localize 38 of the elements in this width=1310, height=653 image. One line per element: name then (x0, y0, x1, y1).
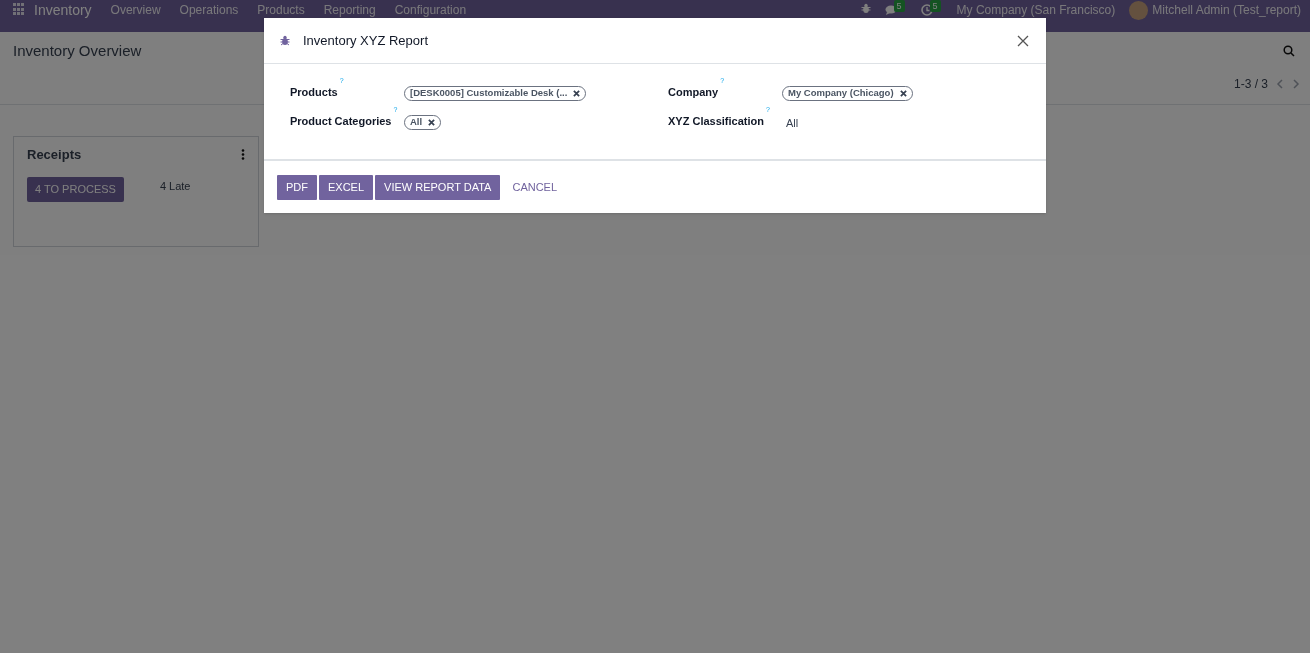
count-badge: 5 (929, 0, 941, 12)
apps-menu-icon[interactable] (13, 3, 24, 14)
field-label: Product Categories (290, 114, 392, 129)
field-label: XYZ Classification (668, 114, 764, 129)
kebab-menu-icon[interactable] (241, 149, 245, 161)
report-button[interactable]: EXCEL (319, 174, 374, 200)
next-icon[interactable] (1292, 78, 1300, 89)
bug-icon[interactable] (860, 3, 871, 14)
menu-item[interactable]: Configuration (394, 3, 467, 17)
user-avatar[interactable] (1129, 1, 1149, 20)
field-value: All (786, 116, 799, 131)
pager-value: 1-3 / 3 (1233, 75, 1268, 93)
company-switcher[interactable]: My Company (San Francisco) (956, 3, 1116, 17)
remove-icon[interactable] (428, 119, 436, 126)
menu-item[interactable]: Reporting (323, 3, 376, 17)
close-icon[interactable] (1017, 34, 1029, 47)
report-button[interactable]: PDF (277, 174, 317, 200)
app-name[interactable]: Inventory (34, 3, 92, 17)
clock-icon[interactable] (920, 4, 933, 16)
remove-icon[interactable] (573, 90, 581, 97)
search-icon[interactable] (1283, 45, 1295, 58)
field-label: Products (290, 85, 338, 100)
menu-item[interactable]: Overview (110, 3, 161, 17)
previous-icon[interactable] (1276, 78, 1284, 89)
remove-icon[interactable] (899, 90, 907, 97)
count-badge: 5 (893, 0, 905, 12)
dialog-title: Inventory XYZ Report (303, 31, 428, 50)
page-title: Inventory Overview (13, 41, 142, 61)
field-label: Company (668, 85, 719, 100)
cancel-button[interactable]: CANCEL (502, 174, 568, 200)
card-title: Receipts (27, 146, 82, 164)
to-process-button[interactable]: 4 TO PROCESS (27, 176, 124, 202)
menu-item[interactable]: Products (257, 3, 305, 17)
user-menu[interactable]: Mitchell Admin (Test_report) (1152, 3, 1301, 17)
late-link[interactable]: 4 Late (159, 177, 191, 194)
bug-icon (280, 35, 290, 46)
report-button[interactable]: VIEW REPORT DATA (375, 174, 501, 200)
menu-item[interactable]: Operations (179, 3, 239, 17)
